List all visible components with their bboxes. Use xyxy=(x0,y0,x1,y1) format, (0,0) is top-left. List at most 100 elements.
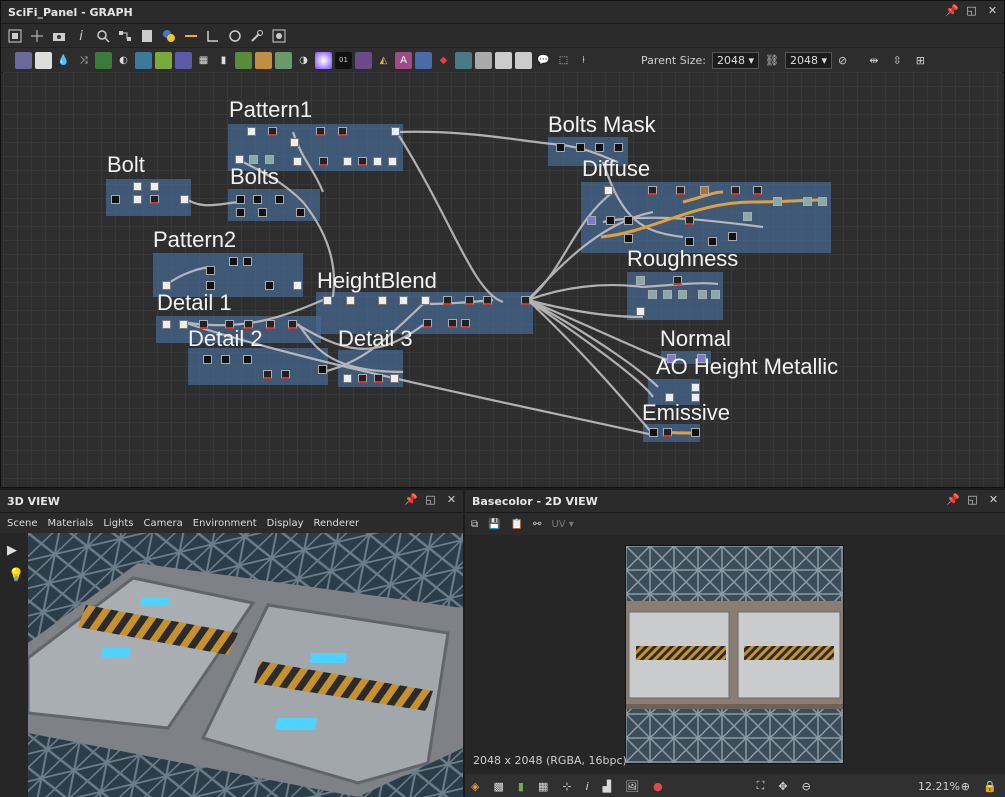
graph-node[interactable] xyxy=(691,383,700,392)
graph-node[interactable] xyxy=(700,186,709,195)
tile-icon[interactable] xyxy=(455,51,472,69)
image-icon[interactable]: 🖼 xyxy=(625,780,639,793)
wrench-icon[interactable] xyxy=(249,28,265,44)
graph-node[interactable] xyxy=(290,138,299,147)
graph-node[interactable] xyxy=(229,257,238,266)
graph-node[interactable] xyxy=(636,307,645,316)
graph-node[interactable] xyxy=(731,186,740,195)
graph-node[interactable] xyxy=(465,296,474,305)
tile-icon[interactable]: ⊹ xyxy=(562,780,571,793)
align-icon[interactable]: ⇹ xyxy=(869,54,878,67)
graph-layout-icon[interactable] xyxy=(117,28,133,44)
zoom-out-icon[interactable]: ⊖ xyxy=(802,780,811,793)
menu-display[interactable]: Display xyxy=(267,518,304,529)
parent-size-height-dropdown[interactable]: 2048 ▾ xyxy=(785,51,833,69)
menu-scene[interactable]: Scene xyxy=(7,518,38,529)
graph-node[interactable] xyxy=(150,195,159,204)
pan-icon[interactable] xyxy=(29,28,45,44)
save-icon[interactable]: 💾 xyxy=(488,519,500,530)
copy-view-icon[interactable]: ⧉ xyxy=(471,519,478,530)
graph-canvas[interactable]: Pattern1 Bolt Bolts Pattern2 Detail 1 De… xyxy=(3,72,1002,487)
graph-node[interactable] xyxy=(685,237,694,246)
graph-node[interactable] xyxy=(483,296,492,305)
graph-node[interactable] xyxy=(378,296,387,305)
color-wheel-icon[interactable] xyxy=(315,51,332,69)
paste-icon[interactable]: 📋 xyxy=(511,519,523,530)
fill-icon[interactable]: ◆ xyxy=(435,52,452,69)
link-size-icon[interactable]: ⛓ xyxy=(765,54,779,67)
graph-node[interactable] xyxy=(247,127,256,136)
graph-node[interactable] xyxy=(587,216,596,225)
levels-icon[interactable] xyxy=(135,51,152,69)
text-icon[interactable]: A xyxy=(395,51,412,69)
share-icon[interactable]: ⚯ xyxy=(533,519,541,530)
connect-icon[interactable] xyxy=(205,28,221,44)
graph-node[interactable] xyxy=(448,319,457,328)
info-icon[interactable]: i xyxy=(586,780,589,793)
graph-node[interactable] xyxy=(743,212,752,221)
python-icon[interactable] xyxy=(161,28,177,44)
gradient-icon[interactable] xyxy=(155,51,172,69)
output-icon[interactable]: ▮ xyxy=(215,52,232,69)
graph-node[interactable] xyxy=(421,296,430,305)
fit-icon[interactable]: ⛶ xyxy=(757,779,765,793)
graph-node[interactable] xyxy=(338,127,347,136)
maximize-icon[interactable]: ◱ xyxy=(966,5,977,16)
maximize-icon[interactable]: ◱ xyxy=(967,494,978,505)
3d-viewport[interactable] xyxy=(28,533,463,797)
close-icon[interactable]: ✕ xyxy=(988,494,999,505)
menu-lights[interactable]: Lights xyxy=(103,518,133,529)
graph-node[interactable] xyxy=(203,355,212,364)
graph-node[interactable] xyxy=(258,208,267,217)
graph-node[interactable] xyxy=(249,155,258,164)
channel-icon[interactable]: ▮ xyxy=(518,780,524,793)
graph-node[interactable] xyxy=(323,296,332,305)
menu-materials[interactable]: Materials xyxy=(48,518,94,529)
close-icon[interactable]: ✕ xyxy=(446,494,457,505)
graph-node[interactable] xyxy=(649,428,658,437)
graph-node[interactable] xyxy=(624,234,633,243)
export-icon[interactable] xyxy=(271,28,287,44)
document-icon[interactable] xyxy=(139,28,155,44)
graph-node[interactable] xyxy=(296,208,305,217)
graph-node[interactable] xyxy=(711,290,720,299)
graph-node[interactable] xyxy=(753,186,762,195)
graph-node[interactable] xyxy=(556,143,565,152)
uv-dropdown[interactable]: UV ▾ xyxy=(551,519,573,530)
input-icon[interactable] xyxy=(235,51,252,69)
menu-environment[interactable]: Environment xyxy=(193,518,257,529)
graph-node[interactable] xyxy=(373,157,382,166)
graph-node[interactable] xyxy=(133,195,142,204)
warp-icon[interactable] xyxy=(355,51,372,69)
graph-node[interactable] xyxy=(111,195,120,204)
graph-node[interactable] xyxy=(728,232,737,241)
graph-node[interactable] xyxy=(604,186,613,195)
normal-icon[interactable] xyxy=(275,51,292,69)
graph-node[interactable] xyxy=(343,374,352,383)
graph-node[interactable] xyxy=(423,319,432,328)
reset-size-icon[interactable]: ⊘ xyxy=(838,54,847,67)
close-icon[interactable]: ✕ xyxy=(987,5,998,16)
graph-node[interactable] xyxy=(648,290,657,299)
graph-node[interactable] xyxy=(235,155,244,164)
navigation-pin-icon[interactable]: ⬚ xyxy=(555,52,572,69)
frame-all-icon[interactable] xyxy=(7,28,23,44)
comment-icon[interactable]: 💬 xyxy=(535,52,552,69)
graph-node[interactable] xyxy=(318,365,327,374)
pin-icon[interactable]: 📌 xyxy=(404,494,418,505)
graph-node[interactable] xyxy=(399,296,408,305)
graph-node[interactable] xyxy=(708,237,717,246)
2d-viewport[interactable] xyxy=(465,535,1005,773)
pin-icon-2[interactable]: ⍿ xyxy=(575,52,592,69)
curve-icon[interactable] xyxy=(95,51,112,69)
svg-node-icon[interactable] xyxy=(35,51,52,69)
graph-node[interactable] xyxy=(343,157,352,166)
graph-node[interactable] xyxy=(624,216,633,225)
graph-node[interactable] xyxy=(595,143,604,152)
grid-icon[interactable]: ▦ xyxy=(195,52,212,69)
value-icon[interactable] xyxy=(255,51,272,69)
graph-node[interactable] xyxy=(818,197,827,206)
snap-icon[interactable]: ⊞ xyxy=(916,54,925,67)
graph-node[interactable] xyxy=(374,374,383,383)
move-icon[interactable]: ✥ xyxy=(778,780,787,793)
